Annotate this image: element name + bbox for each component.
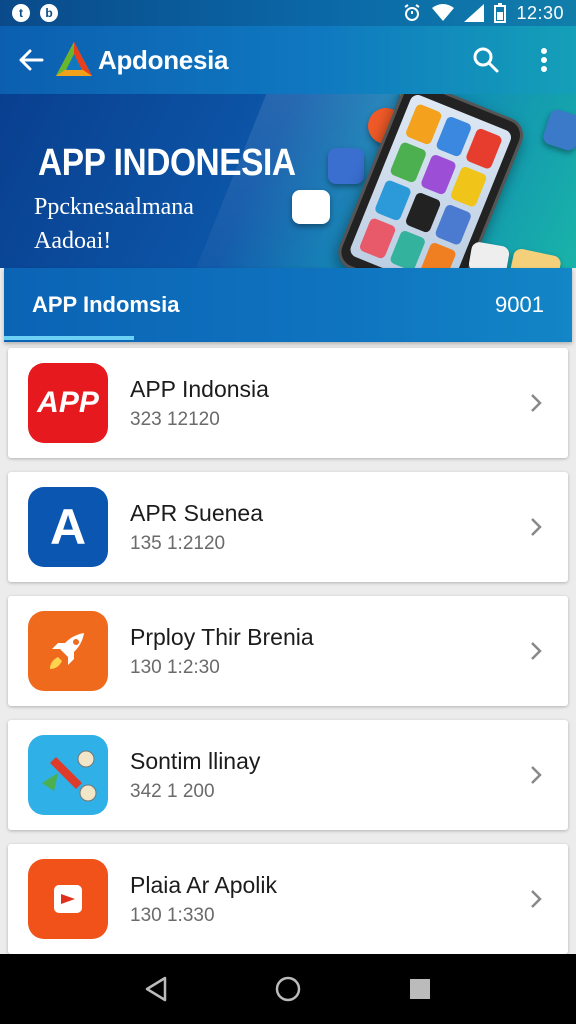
notification-b-icon: b: [40, 4, 58, 22]
list-item-text: APP Indonsia 323 12120: [130, 376, 524, 431]
list-item-text: Prploy Thir Brenia 130 1:2:30: [130, 624, 524, 679]
app-meta: 130 1:2:30: [130, 656, 220, 678]
app-meta: 135 1:2120: [130, 532, 226, 554]
cart-icon: [28, 859, 108, 939]
nav-home-button[interactable]: [268, 969, 308, 1009]
list-item-text: Plaia Ar Apolik 130 1:330: [130, 872, 524, 927]
list-item[interactable]: Plaia Ar Apolik 130 1:330: [8, 844, 568, 954]
app-title: Apdonesia: [98, 44, 229, 75]
letter-a-icon: A: [28, 487, 108, 567]
signal-icon: [464, 4, 485, 22]
app-name: APR Suenea: [130, 499, 263, 526]
search-button[interactable]: [468, 42, 504, 78]
chevron-right-icon: [531, 518, 542, 536]
app-bar-actions: [468, 42, 562, 78]
promo-banner[interactable]: APP INDONESIA Ppcknesaalmana Aadoai!: [0, 94, 576, 268]
back-arrow-icon: [19, 49, 44, 71]
list-item-text: APR Suenea 135 1:2120: [130, 500, 524, 555]
phone-screen: [348, 94, 514, 268]
app-name: APP Indonsia: [130, 375, 269, 402]
status-bar: t b 12:30: [0, 0, 576, 26]
status-right: 12:30: [402, 3, 564, 24]
app-name: Prploy Thir Brenia: [130, 623, 314, 650]
floating-app-icon: [292, 190, 330, 224]
circle-home-icon: [275, 976, 301, 1002]
list-item[interactable]: Prploy Thir Brenia 130 1:2:30: [8, 596, 568, 706]
square-recents-icon: [410, 979, 430, 999]
phone-app-icon: [449, 165, 488, 209]
nav-recents-button[interactable]: [400, 969, 440, 1009]
phone-app-icon: [404, 191, 442, 234]
section-title: APP Indomsia: [32, 292, 180, 317]
list-item[interactable]: Sontim llinay 342 1 200: [8, 720, 568, 830]
tab-indicator: [4, 336, 134, 340]
back-button[interactable]: [14, 43, 48, 77]
phone-app-icon: [373, 179, 412, 222]
nav-back-button[interactable]: [136, 969, 176, 1009]
system-nav-bar: [0, 954, 576, 1024]
app-meta: 130 1:330: [130, 904, 215, 926]
chevron-right-icon: [531, 394, 542, 412]
chevron-right-icon: [531, 890, 542, 908]
list-item[interactable]: APP APP Indonsia 323 12120: [8, 348, 568, 458]
phone-app-icon: [419, 153, 458, 196]
app-logo-icon: [56, 42, 92, 76]
banner-subtitle-line1: Ppcknesaalmana: [34, 194, 194, 220]
app-bar: Apdonesia: [0, 26, 576, 94]
app-icon-label: APP: [37, 386, 99, 419]
notification-t-icon: t: [12, 4, 30, 22]
rocket-icon: [28, 611, 108, 691]
wifi-icon: [432, 4, 455, 21]
rocket-glyph: [50, 633, 84, 669]
phone-app-icon: [404, 103, 443, 146]
chevron-right-icon: [531, 766, 542, 784]
phone-app-icon: [388, 229, 427, 268]
phone-app-icon: [465, 127, 503, 170]
banner-subtitle-line2: Aadoai!: [34, 228, 112, 254]
phone-app-icon: [434, 203, 473, 247]
app-meta: 323 12120: [130, 408, 220, 430]
app-icon-label: A: [49, 499, 87, 555]
app-text-icon: APP: [28, 363, 108, 443]
phone-app-icon: [419, 241, 457, 268]
floating-app-icon: [467, 240, 511, 268]
banner-subtitle: Ppcknesaalmana Aadoai!: [34, 190, 194, 258]
list-item[interactable]: A APR Suenea 135 1:2120: [8, 472, 568, 582]
arrow-tools-glyph: [42, 750, 97, 802]
status-time: 12:30: [516, 2, 564, 23]
triangle-back-icon: [145, 976, 167, 1002]
list-item-text: Sontim llinay 342 1 200: [130, 748, 524, 803]
app-list: APP APP Indonsia 323 12120 A APR Suenea …: [8, 348, 568, 968]
banner-title: APP INDONESIA: [38, 142, 296, 184]
search-icon: [473, 47, 499, 73]
phone-app-icon: [389, 141, 428, 184]
arrow-tools-icon: [28, 735, 108, 815]
floating-app-icon: [505, 247, 563, 268]
app-meta: 342 1 200: [130, 780, 215, 802]
status-left: t b: [12, 4, 58, 22]
more-vert-icon: [541, 48, 547, 72]
phone-app-icon: [434, 115, 473, 158]
battery-icon: [494, 3, 507, 23]
overflow-menu-button[interactable]: [526, 42, 562, 78]
section-count: 9001: [495, 292, 544, 317]
phone-app-icon: [358, 217, 397, 260]
app-name: Plaia Ar Apolik: [130, 871, 278, 898]
floating-app-icon: [541, 107, 576, 153]
cart-glyph: [54, 885, 82, 913]
app-name: Sontim llinay: [130, 747, 261, 774]
chevron-right-icon: [531, 642, 542, 660]
alarm-icon: [404, 4, 421, 21]
section-header-tab[interactable]: APP Indomsia 9001: [4, 268, 572, 342]
